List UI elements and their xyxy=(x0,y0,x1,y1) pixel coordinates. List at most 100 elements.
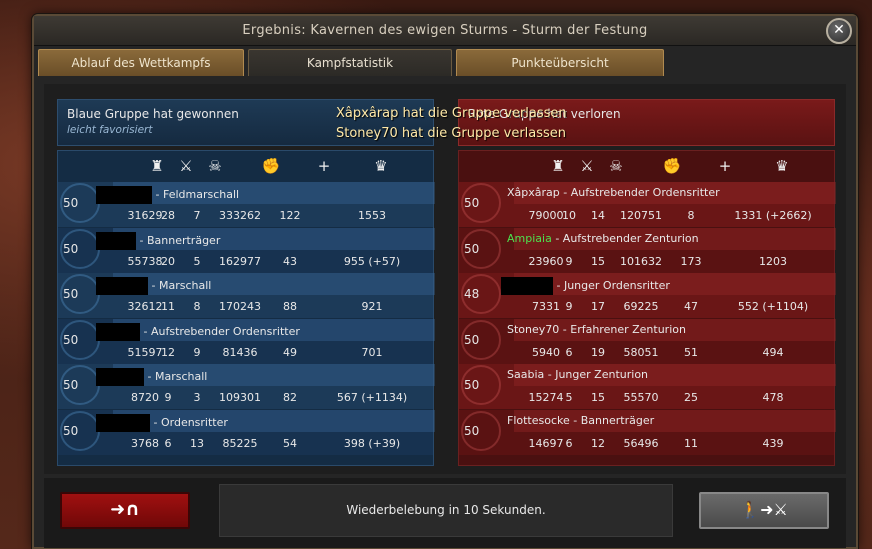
player-name: - Marschall xyxy=(96,368,207,386)
separator: - xyxy=(569,413,581,427)
separator: - xyxy=(152,188,163,201)
tab-bar: Ablauf des Wettkampfs Kampfstatistik Pun… xyxy=(36,49,856,77)
separator: - xyxy=(148,279,159,292)
player-row[interactable]: 50 Xâpxârap - Aufstrebender Ordensritter 7… xyxy=(459,182,836,227)
player-rank: Marschall xyxy=(158,279,212,292)
stat-cell: 15 xyxy=(591,254,605,268)
stat-cell: 7 xyxy=(193,209,201,222)
switch-mode-button[interactable]: 🚶➜⚔ xyxy=(699,492,829,529)
redacted-name xyxy=(96,413,150,432)
separator: - xyxy=(559,322,571,336)
player-row[interactable]: 48 - Junger Ordensritter 7331 9 17 69225 47 55… xyxy=(459,273,836,318)
player-rank: Bannerträger xyxy=(580,413,655,427)
separator: - xyxy=(136,233,147,247)
notification-1: Xâpxârap hat die Gruppe verlassen xyxy=(336,106,567,121)
player-row[interactable]: 50 - Ordensritter 3768 6 13 85225 54 398 (+39) xyxy=(58,409,435,455)
stat-cell: 6 xyxy=(565,345,573,359)
player-level: 50 xyxy=(63,378,79,392)
player-name-text: Saabia xyxy=(507,368,545,381)
stat-cell: 82 xyxy=(283,391,297,404)
player-row[interactable]: 50 - Bannerträger 55738 20 5 162977 43 955 (+5… xyxy=(58,227,435,273)
stat-cell: 17 xyxy=(591,300,605,313)
stat-cell: 54 xyxy=(283,436,297,450)
stat-cell: 173 xyxy=(680,254,702,268)
stat-cell: 1203 xyxy=(759,254,787,268)
separator: - xyxy=(144,370,155,383)
stat-cell: 11 xyxy=(684,436,698,450)
stat-cell: 9 xyxy=(164,391,172,404)
player-rank: Junger Zenturion xyxy=(555,368,649,381)
stat-cell: 81436 xyxy=(222,345,258,359)
stat-cell: 69225 xyxy=(623,300,659,313)
blue-result-text: Blaue Gruppe hat gewonnen xyxy=(67,107,239,121)
red-column-header: ♜ ⚔ ☠ ✊ + ♛ xyxy=(459,151,834,181)
player-rank: Bannerträger xyxy=(146,233,221,247)
player-rank: Aufstrebender Zenturion xyxy=(562,231,699,245)
redacted-name xyxy=(96,368,144,386)
skull-icon: ☠ xyxy=(208,157,222,175)
player-row[interactable]: 50 Stoney70 - Erfahrener Zenturion 5940 6 19… xyxy=(459,318,836,364)
blue-team-table: ♜ ⚔ ☠ ✊ + ♛ 50 - Feldmarschall 31629 28 7 33… xyxy=(57,150,435,466)
plus-icon: + xyxy=(317,157,331,175)
bottom-bar: ➜∩ Wiederbelebung in 10 Sekunden. 🚶➜⚔ xyxy=(44,478,846,548)
stat-cell: 47 xyxy=(684,300,698,313)
player-name: - Ordensritter xyxy=(96,413,228,432)
player-name: - Aufstrebender Ordensritter xyxy=(96,322,300,341)
stat-cell: 101632 xyxy=(620,254,662,268)
player-level: 50 xyxy=(63,196,79,210)
player-name: - Bannerträger xyxy=(96,231,221,250)
crown-icon: ♛ xyxy=(775,157,789,175)
stat-cell: 58051 xyxy=(623,345,659,359)
stat-cell: 9 xyxy=(565,300,573,313)
stat-cell: 9 xyxy=(565,254,573,268)
tab-punkteuebersicht[interactable]: Punkteübersicht xyxy=(456,49,664,76)
stat-cell: 20 xyxy=(161,254,175,268)
player-level: 50 xyxy=(63,287,79,301)
stat-cell: 398 (+39) xyxy=(343,436,401,450)
separator: - xyxy=(150,415,161,429)
stat-cell: 552 (+1104) xyxy=(737,300,809,313)
fist-icon: ✊ xyxy=(662,157,682,175)
player-rank: Aufstrebender Ordensritter xyxy=(150,324,300,338)
stat-cell: 567 (+1134) xyxy=(336,391,408,404)
stat-cell: 12 xyxy=(591,436,605,450)
player-row[interactable]: 50 Ampiaia - Aufstrebender Zenturion 23960… xyxy=(459,227,836,273)
player-row[interactable]: 50 Saabia - Junger Zenturion 15274 5 15 55570… xyxy=(459,364,836,409)
redacted-name xyxy=(96,322,140,341)
player-name: Ampiaia - Aufstrebender Zenturion xyxy=(507,232,699,245)
tower-icon: ♜ xyxy=(551,157,565,175)
player-level: 50 xyxy=(464,423,480,438)
redacted-name xyxy=(96,277,148,295)
stat-cell: 8 xyxy=(687,209,695,222)
notification-2: Stoney70 hat die Gruppe verlassen xyxy=(336,126,567,141)
stat-cell: 162977 xyxy=(219,254,261,268)
window-title: Ergebnis: Kavernen des ewigen Sturms - S… xyxy=(34,16,856,46)
red-team-table: ♜ ⚔ ☠ ✊ + ♛ 50 Xâpxârap - Aufstrebender O… xyxy=(458,150,836,466)
player-row[interactable]: 50 Flottesocke - Bannerträger 14697 6 12 5649… xyxy=(459,409,836,455)
exit-arrow-icon: ➜∩ xyxy=(110,499,140,520)
stat-cell: 14 xyxy=(591,209,605,222)
separator: - xyxy=(544,368,556,381)
player-row[interactable]: 50 - Feldmarschall 31629 28 7 333262 122 1553 xyxy=(58,182,435,227)
stat-cell: 13 xyxy=(190,436,204,450)
stat-cell: 28 xyxy=(161,209,175,222)
player-rank: Ordensritter xyxy=(160,415,228,429)
player-name-text: Xâpxârap xyxy=(507,186,560,199)
stat-cell: 6 xyxy=(164,436,172,450)
redacted-name xyxy=(96,186,152,204)
player-row[interactable]: 50 - Aufstrebender Ordensritter 51597 12 9 8… xyxy=(58,318,435,364)
player-row[interactable]: 50 - Marschall 32612 11 8 170243 88 921 xyxy=(58,273,435,318)
separator: - xyxy=(140,324,151,338)
tab-ablauf[interactable]: Ablauf des Wettkampfs xyxy=(38,49,244,76)
blue-column-header: ♜ ⚔ ☠ ✊ + ♛ xyxy=(58,151,433,181)
player-rank: Marschall xyxy=(154,370,208,383)
stat-cell: 333262 xyxy=(219,209,261,222)
fist-icon: ✊ xyxy=(261,157,281,175)
player-row[interactable]: 50 - Marschall 8720 9 3 109301 82 567 (+1134) xyxy=(58,364,435,409)
stat-cell: 8 xyxy=(193,300,201,313)
player-name: Saabia - Junger Zenturion xyxy=(507,368,648,381)
close-icon[interactable]: ✕ xyxy=(826,18,852,44)
stat-cell: 56496 xyxy=(623,436,659,450)
leave-battle-button[interactable]: ➜∩ xyxy=(60,492,190,529)
tab-kampfstatistik[interactable]: Kampfstatistik xyxy=(248,49,452,76)
